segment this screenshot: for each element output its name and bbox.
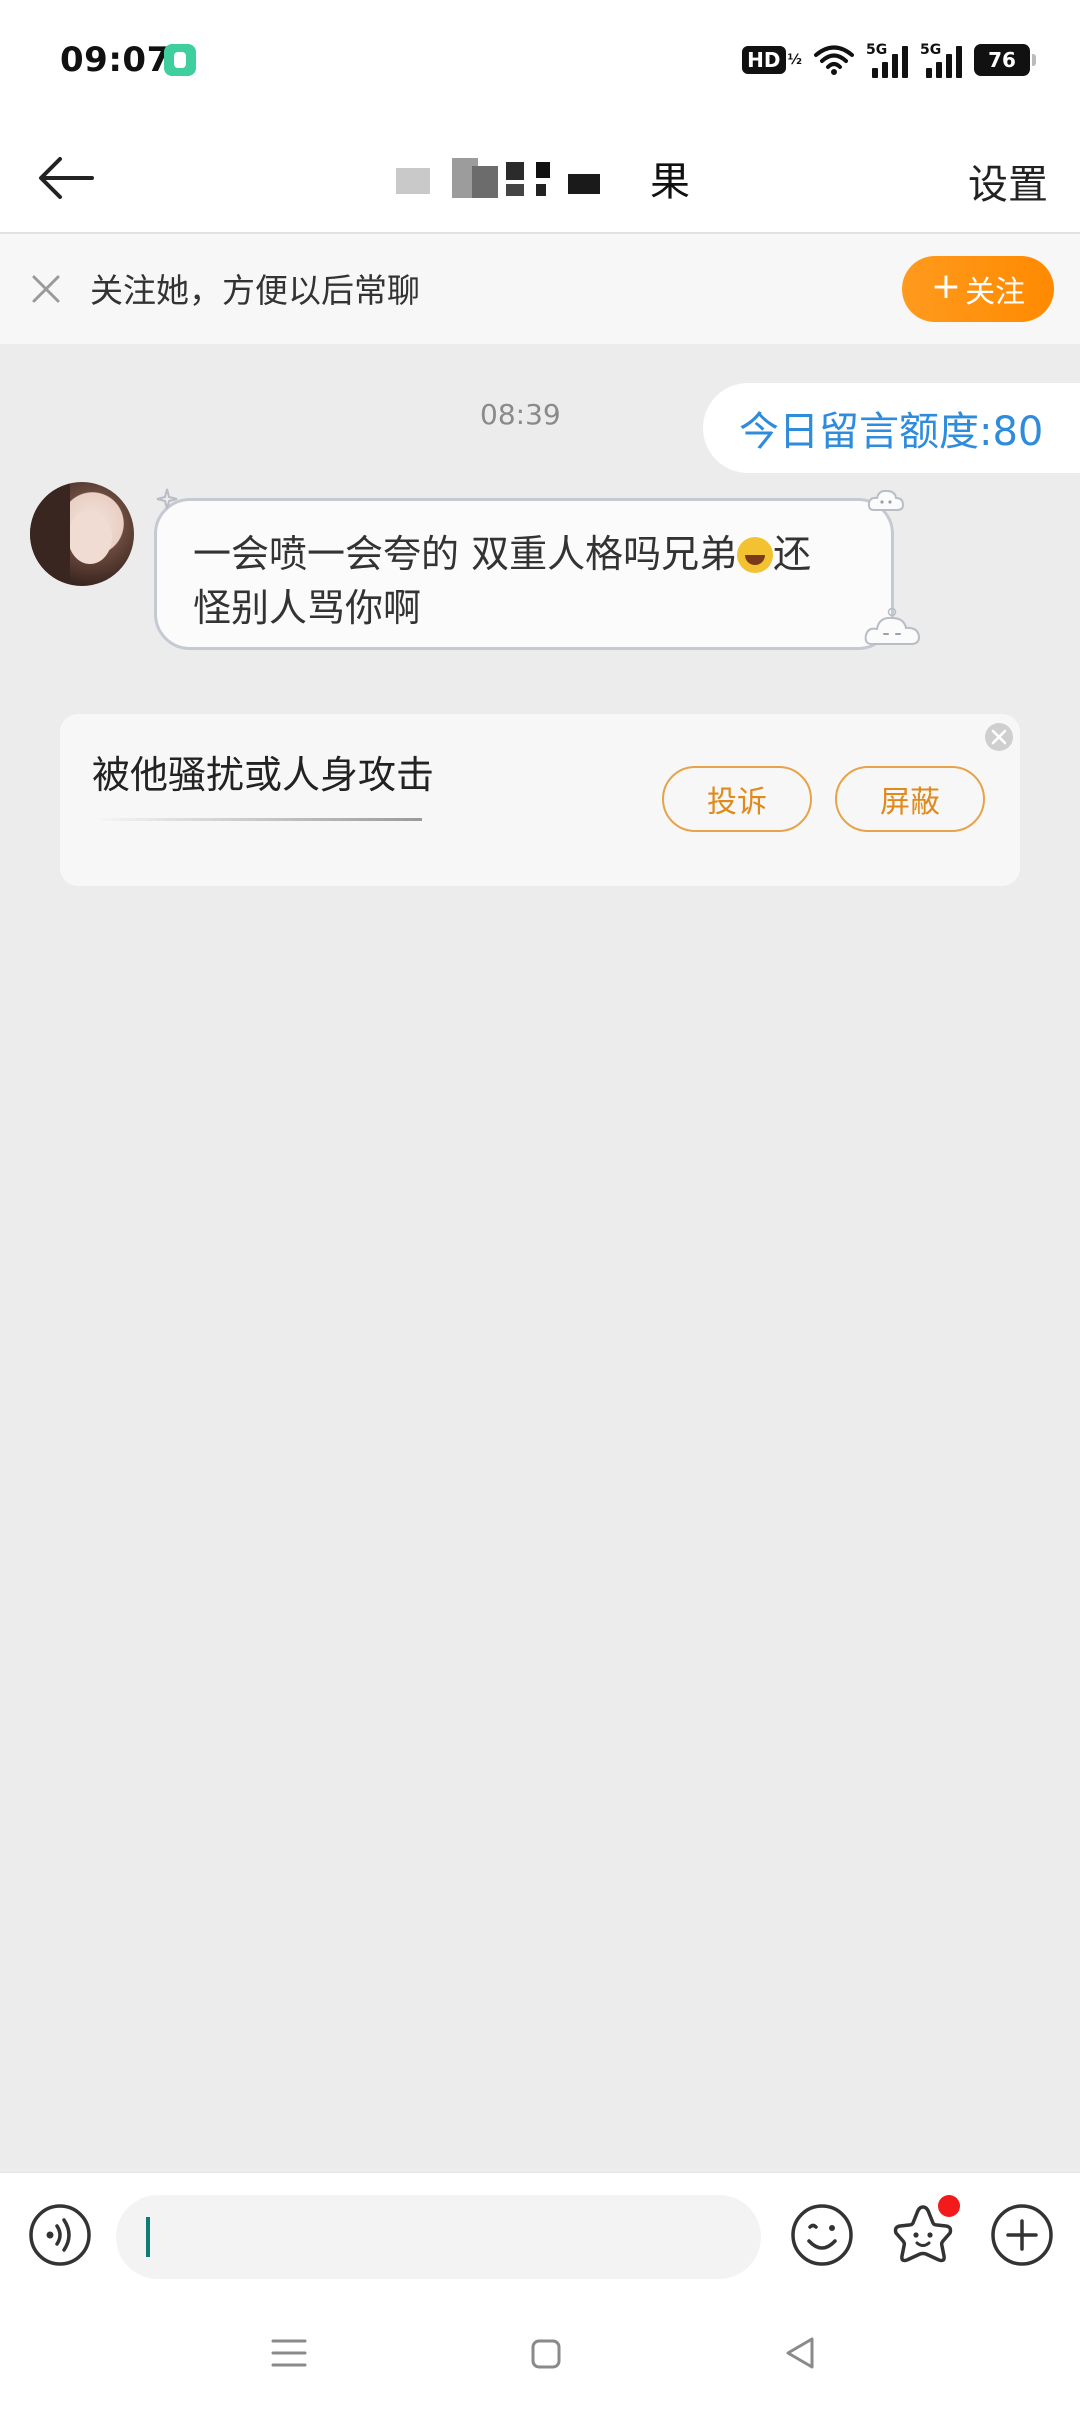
- voice-icon[interactable]: [28, 2203, 92, 2267]
- network-type-label: 5G: [866, 42, 888, 58]
- follow-button-label: 关注: [965, 275, 1026, 310]
- hd-voice-icon: HD ½: [742, 45, 802, 75]
- system-navigation-bar: [0, 2298, 1080, 2412]
- smiley-icon[interactable]: [790, 2203, 854, 2267]
- close-icon[interactable]: [982, 720, 1016, 754]
- status-bar: 09:07 HD ½ 5G 5G 76: [0, 0, 1080, 120]
- status-time: 09:07: [60, 40, 171, 80]
- battery-level: 76: [988, 48, 1016, 72]
- status-icons: HD ½ 5G 5G 76: [742, 38, 1036, 82]
- laughing-emoji-icon: [737, 537, 774, 573]
- message-input-bar: [0, 2172, 1080, 2299]
- follow-banner: 关注她，方便以后常聊 + 关注: [0, 234, 1080, 344]
- home-square-icon[interactable]: [528, 2336, 564, 2372]
- message-quota-label: 今日留言额度:80: [739, 409, 1044, 455]
- message-line-1: 一会喷一会夸的 双重人格吗兄弟: [193, 532, 738, 576]
- chat-title: 果: [390, 150, 690, 206]
- plus-circle-icon[interactable]: [990, 2203, 1054, 2267]
- message-input[interactable]: [116, 2195, 761, 2279]
- cloud-doodle-icon: [867, 489, 905, 511]
- app-notification-icon: [164, 44, 196, 76]
- message-timestamp: 08:39: [480, 398, 561, 431]
- back-triangle-icon[interactable]: [782, 2334, 818, 2372]
- block-button[interactable]: 屏蔽: [835, 766, 985, 832]
- sparkle-icon: [156, 488, 178, 510]
- message-line-1-end: 还: [773, 532, 812, 576]
- signal-5g-icon-1: 5G: [866, 42, 908, 78]
- signal-5g-icon-2: 5G: [920, 42, 962, 78]
- hd-label: HD: [742, 46, 786, 74]
- block-button-label: 屏蔽: [880, 785, 940, 820]
- complain-button-label: 投诉: [707, 785, 767, 820]
- follow-prompt-text: 关注她，方便以后常聊: [90, 271, 420, 310]
- battery-icon: 76: [974, 44, 1036, 76]
- back-button[interactable]: [30, 142, 102, 214]
- sender-avatar[interactable]: [30, 482, 134, 586]
- notification-dot: [938, 2195, 960, 2217]
- message-quota-badge[interactable]: 今日留言额度:80: [703, 383, 1080, 473]
- wifi-icon: [814, 45, 854, 75]
- sleepy-cloud-doodle-icon: [864, 607, 921, 645]
- follow-button[interactable]: + 关注: [902, 256, 1054, 322]
- arrow-left-icon: [39, 157, 94, 199]
- plus-icon: +: [930, 266, 962, 307]
- title-bar: 果 设置: [0, 120, 1080, 234]
- settings-link[interactable]: 设置: [968, 152, 1048, 210]
- close-icon[interactable]: [26, 269, 66, 309]
- complain-button[interactable]: 投诉: [662, 766, 812, 832]
- incoming-message-bubble[interactable]: 一会喷一会夸的 双重人格吗兄弟还 怪别人骂你啊: [154, 498, 894, 650]
- message-text: 一会喷一会夸的 双重人格吗兄弟还 怪别人骂你啊: [193, 527, 855, 635]
- message-line-2: 怪别人骂你啊: [193, 586, 422, 630]
- report-harassment-card: 被他骚扰或人身攻击 投诉 屏蔽: [60, 714, 1020, 886]
- redaction-mosaic: [390, 152, 600, 202]
- text-cursor: [146, 2217, 150, 2257]
- report-card-underline: [92, 818, 422, 821]
- report-card-title: 被他骚扰或人身攻击: [92, 753, 435, 797]
- network-type-label: 5G: [920, 42, 942, 58]
- menu-icon[interactable]: [270, 2336, 308, 2370]
- hd-sub-icon: ½: [787, 52, 803, 68]
